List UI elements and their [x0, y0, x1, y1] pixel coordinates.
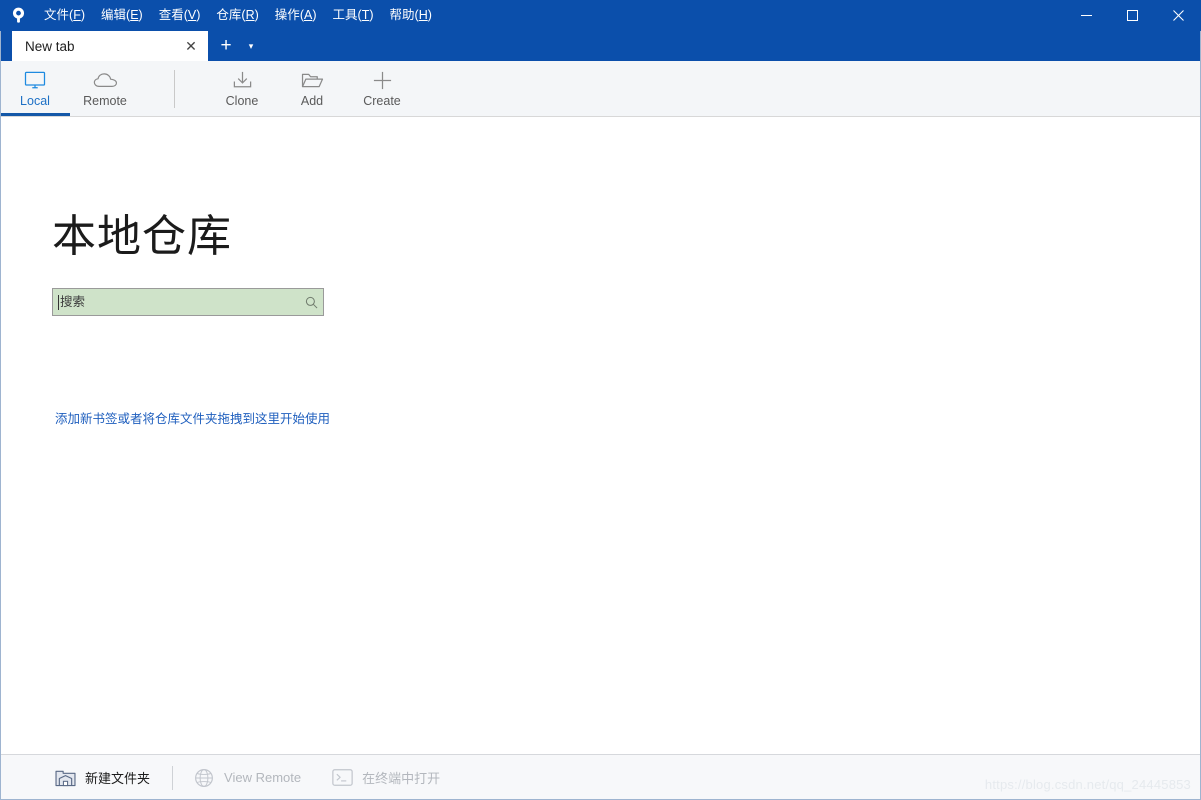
toolbar-create-button[interactable]: Create [347, 61, 417, 116]
new-tab-button[interactable]: + [212, 31, 240, 61]
open-folder-icon [301, 69, 324, 91]
menu-view[interactable]: 查看(V) [151, 0, 209, 31]
globe-icon [193, 767, 215, 789]
app-window: 文件(F) 编辑(E) 查看(V) 仓库(R) 操作(A) 工具(T) 帮助(H… [0, 0, 1201, 800]
view-remote-label: View Remote [224, 770, 302, 785]
toolbar-gap-left [140, 61, 174, 116]
main-content: 本地仓库 添加新书签或者将仓库文件夹拖拽到这里开始使用 [0, 117, 1201, 754]
page-title: 本地仓库 [52, 212, 232, 261]
open-in-terminal-button[interactable]: 在终端中打开 [325, 763, 446, 793]
menu-edit-label: 编辑 [101, 8, 127, 22]
status-bar: 新建文件夹 View Remote 在终端中打开 https://blog.cs… [0, 754, 1201, 800]
search-icon[interactable] [299, 296, 323, 309]
menu-repository[interactable]: 仓库(R) [208, 0, 266, 31]
close-icon [1172, 10, 1184, 21]
toolbar-local-button[interactable]: Local [0, 61, 70, 116]
menu-file-mnemonic: F [73, 8, 81, 22]
toolbar-clone-label: Clone [225, 94, 259, 108]
maximize-icon [1126, 10, 1138, 21]
open-in-terminal-label: 在终端中打开 [362, 771, 441, 786]
menu-repository-label: 仓库 [216, 8, 242, 22]
plus-icon [372, 69, 393, 91]
maximize-button[interactable] [1109, 0, 1155, 31]
window-controls [1063, 0, 1201, 31]
tab-close-icon[interactable]: ✕ [180, 35, 202, 57]
search-input[interactable] [59, 290, 299, 314]
menu-actions-label: 操作 [274, 8, 300, 22]
menu-edit-mnemonic: E [130, 8, 139, 22]
tab-list-dropdown-icon[interactable]: ▾ [240, 31, 262, 61]
menu-tools-mnemonic: T [361, 8, 370, 22]
toolbar-remote-label: Remote [83, 94, 127, 108]
toolbar-local-label: Local [20, 94, 50, 108]
minimize-button[interactable] [1063, 0, 1109, 31]
toolbar-add-button[interactable]: Add [277, 61, 347, 116]
minimize-icon [1080, 15, 1092, 16]
menu-file-label: 文件 [44, 8, 70, 22]
view-remote-button[interactable]: View Remote [187, 763, 307, 793]
sourcetree-logo-icon [0, 0, 36, 31]
toolbar-remote-button[interactable]: Remote [70, 61, 140, 116]
new-folder-button[interactable]: 新建文件夹 [48, 763, 156, 793]
menu-view-label: 查看 [158, 8, 184, 22]
menu-bar: 文件(F) 编辑(E) 查看(V) 仓库(R) 操作(A) 工具(T) 帮助(H… [36, 0, 440, 31]
search-box[interactable] [52, 288, 324, 316]
menu-file[interactable]: 文件(F) [36, 0, 93, 31]
repository-folder-icon [54, 767, 76, 789]
watermark-text: https://blog.csdn.net/qq_24445853 [984, 777, 1191, 792]
monitor-icon [24, 69, 46, 91]
menu-help[interactable]: 帮助(H) [382, 0, 440, 31]
cloud-icon [93, 69, 118, 91]
new-folder-label: 新建文件夹 [85, 771, 151, 786]
tab-label: New tab [25, 38, 75, 54]
toolbar-create-label: Create [363, 94, 401, 108]
toolbar-gap-right [175, 61, 207, 116]
menu-view-mnemonic: V [187, 8, 197, 22]
toolbar-add-label: Add [300, 94, 324, 108]
menu-tools-label: 工具 [332, 8, 358, 22]
add-bookmark-hint-link[interactable]: 添加新书签或者将仓库文件夹拖拽到这里开始使用 [55, 408, 330, 427]
menu-tools[interactable]: 工具(T) [325, 0, 382, 31]
toolbar-clone-button[interactable]: Clone [207, 61, 277, 116]
tab-new-tab[interactable]: New tab ✕ [12, 31, 208, 61]
menu-help-label: 帮助 [389, 8, 415, 22]
menu-edit[interactable]: 编辑(E) [93, 0, 151, 31]
status-separator [172, 765, 174, 790]
terminal-icon [331, 767, 353, 789]
title-bar: 文件(F) 编辑(E) 查看(V) 仓库(R) 操作(A) 工具(T) 帮助(H… [0, 0, 1201, 31]
menu-repository-mnemonic: R [245, 8, 255, 22]
close-button[interactable] [1155, 0, 1201, 31]
tab-strip: New tab ✕ + ▾ [0, 31, 1201, 61]
download-icon [232, 69, 253, 91]
menu-help-mnemonic: H [418, 8, 428, 22]
menu-actions[interactable]: 操作(A) [267, 0, 325, 31]
menu-actions-mnemonic: A [303, 8, 313, 22]
main-toolbar: Local Remote Clone Add Create [0, 61, 1201, 117]
